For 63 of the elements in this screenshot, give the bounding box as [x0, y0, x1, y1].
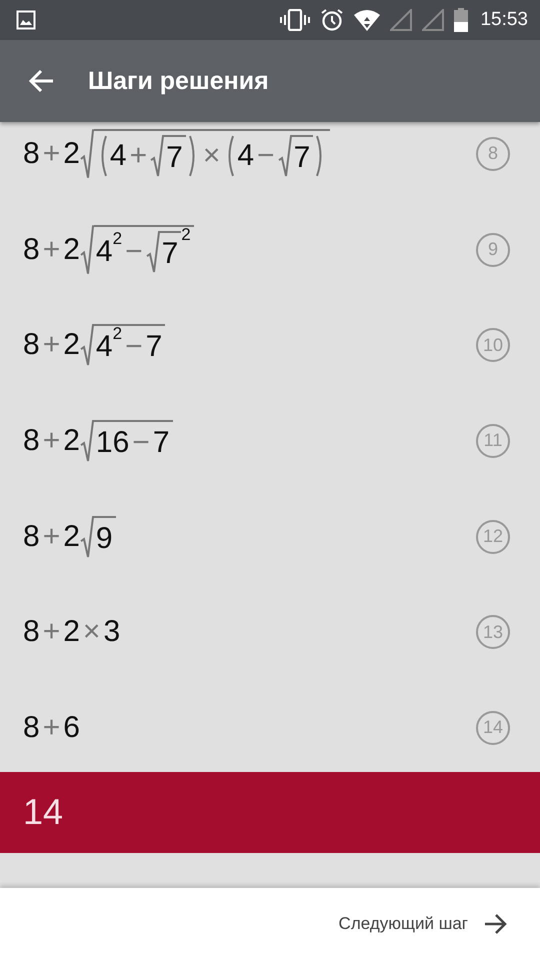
step-number: 13 — [476, 615, 510, 650]
math-operator: × — [202, 138, 222, 173]
math-number: 7 — [152, 426, 170, 460]
result-bar: 14 — [0, 772, 540, 853]
math-number: 16 — [96, 426, 130, 460]
exponent: 2 — [112, 228, 122, 249]
math-number: 4 — [110, 138, 127, 173]
back-button[interactable] — [28, 69, 54, 93]
math-operator: − — [131, 426, 151, 460]
exponent: 2 — [112, 324, 122, 344]
math-number: 2 — [63, 136, 80, 171]
wifi-icon — [354, 9, 380, 31]
step-number: 8 — [476, 136, 510, 171]
math-number: 2 — [63, 615, 80, 650]
alarm-clock-icon — [320, 8, 344, 32]
step-number: 11 — [476, 424, 510, 458]
math-operator: + — [42, 615, 62, 650]
math-number: 7 — [294, 140, 310, 175]
math-number: 8 — [23, 710, 40, 745]
step-number: 10 — [476, 328, 510, 362]
back-arrow-icon — [28, 69, 54, 93]
math-number: 8 — [23, 615, 40, 650]
math-number: 2 — [63, 424, 80, 458]
math-number: 2 — [63, 520, 80, 554]
math-number: 4 — [96, 330, 113, 364]
math-number: 4 — [237, 138, 254, 173]
math-operator: + — [42, 520, 62, 554]
math-operator: + — [128, 138, 148, 173]
math-operator: + — [42, 232, 62, 267]
math-number: 2 — [63, 328, 80, 362]
screen-title: Шаги решения — [88, 66, 269, 96]
math-number: 8 — [23, 232, 40, 267]
step-number: 12 — [476, 520, 510, 554]
step-number: 14 — [476, 710, 510, 745]
math-number: 8 — [23, 520, 40, 554]
math-number: 9 — [96, 522, 113, 556]
forward-arrow-icon — [484, 913, 508, 935]
math-operator: − — [124, 330, 144, 364]
math-number: 7 — [146, 330, 162, 364]
image-icon — [16, 10, 36, 30]
math-number: 8 — [23, 424, 40, 458]
math-operator: × — [82, 615, 102, 650]
math-operator: − — [124, 234, 144, 269]
math-operator: + — [42, 710, 62, 745]
math-number: 2 — [63, 232, 80, 267]
vibrate-icon — [280, 9, 310, 31]
math-operator: + — [42, 424, 62, 458]
signal-icon — [422, 9, 444, 31]
math-operator: + — [42, 328, 62, 362]
math-operator: + — [42, 136, 62, 171]
math-operator: − — [256, 138, 276, 173]
math-number: 7 — [162, 236, 178, 271]
step-number: 9 — [476, 232, 510, 267]
math-number: 3 — [103, 615, 120, 650]
math-number: 8 — [23, 328, 40, 362]
exponent: 2 — [181, 224, 191, 245]
math-number: 7 — [166, 140, 183, 175]
clock-time: 15:53 — [480, 9, 528, 31]
math-number: 8 — [23, 136, 40, 171]
math-number: 6 — [63, 710, 80, 745]
signal-icon — [390, 9, 412, 31]
math-number: 4 — [96, 234, 113, 269]
battery-icon — [454, 8, 468, 32]
